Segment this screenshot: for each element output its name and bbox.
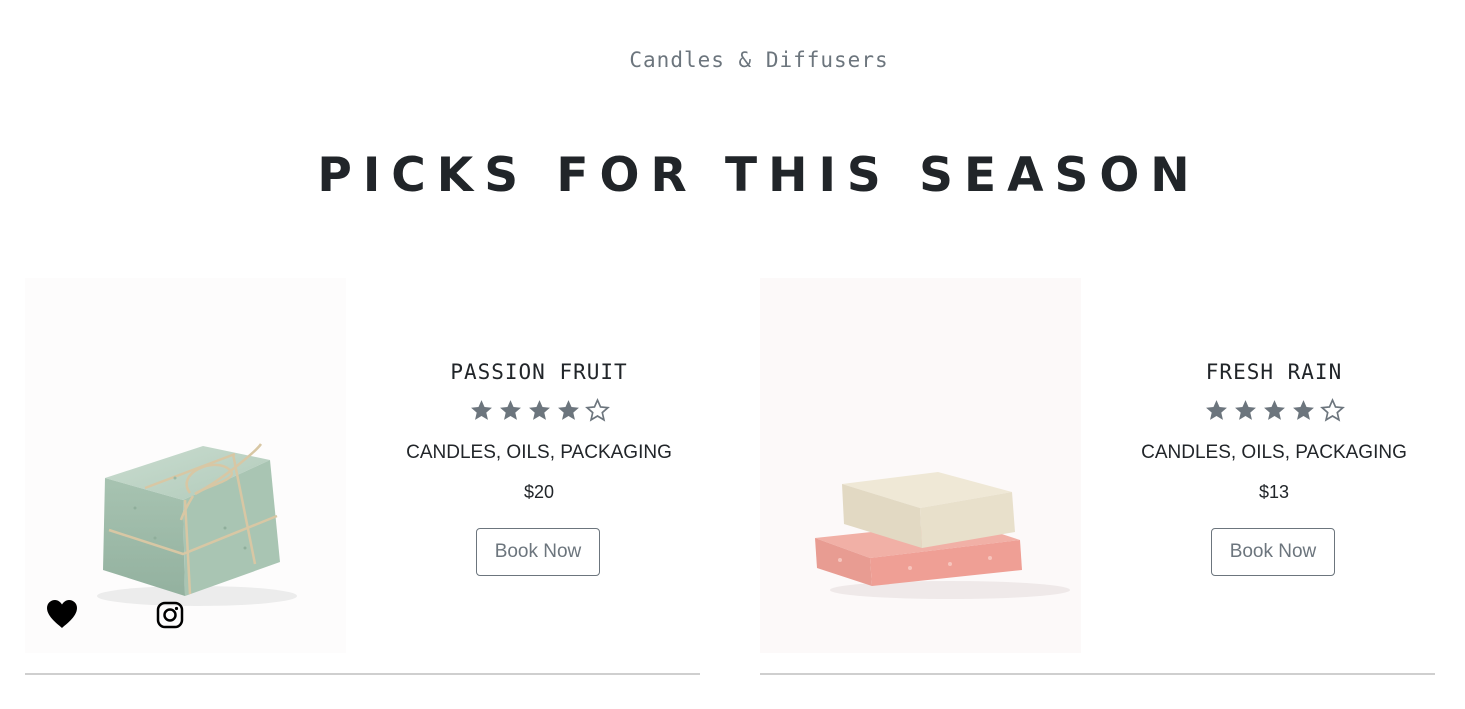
star-empty-icon [584,398,610,422]
product-info: PASSION FRUIT CANDLES, OILS, PACKAGING $… [346,278,732,653]
rating-stars [1081,398,1465,423]
star-filled-icon [1205,400,1227,420]
green-soap-image [97,443,297,606]
product-tags: CANDLES, OILS, PACKAGING [1141,442,1407,463]
star-filled-icon [528,400,550,420]
book-now-button[interactable]: Book Now [476,528,600,576]
product-price: $13 [1258,482,1290,502]
star-filled-icon [1292,400,1314,420]
star-filled-icon [1263,400,1285,420]
product-info: FRESH RAIN CANDLES, OILS, PACKAGING $13 … [1081,278,1465,653]
rating-stars [346,398,732,423]
section-subtitle: Candles & Diffusers [629,48,889,72]
divider [25,673,700,675]
star-filled-icon [470,400,492,420]
product-tags: CANDLES, OILS, PACKAGING [406,442,672,463]
section-title: PICKS FOR THIS SEASON [317,148,1201,203]
star-filled-icon [557,400,579,420]
stacked-soap-image [815,472,1070,599]
heart-icon[interactable] [45,598,79,630]
page: Candles & Diffusers PICKS FOR THIS SEASO… [0,0,1465,709]
divider [760,673,1435,675]
instagram-icon[interactable] [156,601,184,629]
product-image[interactable] [760,278,1081,653]
product-price: $20 [523,482,555,502]
product-name: FRESH RAIN [1205,360,1343,384]
star-filled-icon [1234,400,1256,420]
product-image[interactable] [25,278,346,653]
book-now-button[interactable]: Book Now [1211,528,1335,576]
star-empty-icon [1319,398,1345,422]
product-card-passion-fruit: PASSION FRUIT CANDLES, OILS, PACKAGING $… [25,278,700,675]
product-name: PASSION FRUIT [450,360,628,384]
product-card-fresh-rain: FRESH RAIN CANDLES, OILS, PACKAGING $13 … [760,278,1435,675]
star-filled-icon [499,400,521,420]
